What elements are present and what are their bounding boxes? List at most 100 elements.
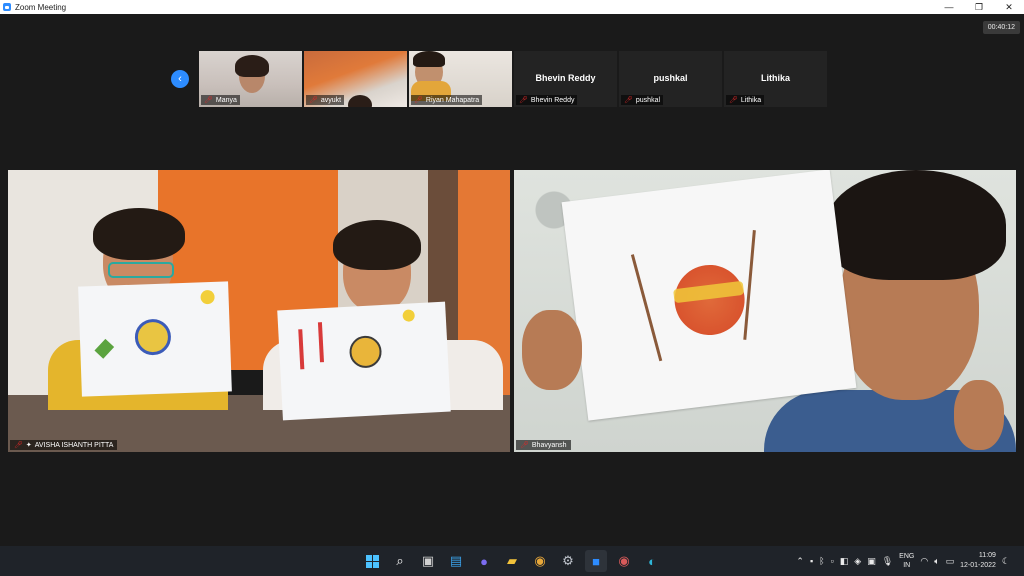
participant-label: 🎤︎ avyukt <box>306 95 345 105</box>
start-button[interactable] <box>361 550 383 572</box>
meeting-area: 00:40:12 ‹ 🎤︎ Manya 🎤︎ avyukt 🎤︎ Riyan M… <box>0 14 1024 546</box>
hand-peace-sign <box>954 380 1004 450</box>
drawing-paper <box>277 301 451 421</box>
participant-display-name: Lithika <box>760 73 790 83</box>
drawing-sun <box>200 289 215 305</box>
settings-button[interactable]: ⚙ <box>557 550 579 572</box>
widgets-icon: ▤ <box>449 553 463 568</box>
widgets-button[interactable]: ▤ <box>445 550 467 572</box>
participant-thumbnail[interactable]: pushkal 🎤︎ pushkal <box>619 51 722 107</box>
participant-label: 🎤︎ Bhevin Reddy <box>516 95 578 105</box>
wifi-icon[interactable]: ◠ <box>920 556 928 567</box>
chrome-icon: ◉ <box>534 553 546 568</box>
clock-date: 12-01-2022 <box>960 562 996 569</box>
mic-muted-icon: 🎤︎ <box>624 97 633 104</box>
hand <box>522 310 582 390</box>
child-hair <box>93 208 185 260</box>
mic-muted-icon: 🎤︎ <box>520 442 529 449</box>
gallery-prev-button[interactable]: ‹ <box>171 70 189 88</box>
taskbar: ⌕ ▣ ▤ ● ▰ ◉ ⚙ ■ ◉ ◐ ⌃ ▪ ᛒ ▫ ◧ ◈ ▣ 🎙︎ ENG… <box>0 546 1024 576</box>
close-button[interactable]: ✕ <box>994 0 1024 14</box>
participant-label: 🎤︎ Lithika <box>726 95 765 105</box>
participant-name: pushkal <box>635 96 661 104</box>
bluetooth-icon[interactable]: ᛒ <box>819 556 824 566</box>
search-button[interactable]: ⌕ <box>389 550 411 572</box>
drawing-tree <box>630 254 663 362</box>
volume-icon[interactable]: 🔈︎ <box>934 556 939 567</box>
participant-display-name: pushkal <box>653 73 688 83</box>
mic-muted-icon: 🎤︎ <box>14 442 23 449</box>
participant-thumbnail[interactable]: Lithika 🎤︎ Lithika <box>724 51 827 107</box>
search-icon: ⌕ <box>396 553 404 568</box>
microphone-icon[interactable]: 🎙︎ <box>882 556 893 567</box>
zoom-icon: ■ <box>592 553 600 569</box>
participant-thumbnail[interactable]: 🎤︎ Manya <box>199 51 302 107</box>
pin-icon: ✦ <box>25 442 32 449</box>
maximize-button[interactable]: ❐ <box>964 0 994 14</box>
tray-app-icon[interactable]: ▣ <box>867 556 876 567</box>
task-view-icon: ▣ <box>421 553 435 568</box>
chrome-icon: ◉ <box>618 553 630 568</box>
battery-icon[interactable]: ▭ <box>946 556 955 567</box>
participant-thumbnail[interactable]: Bhevin Reddy 🎤︎ Bhevin Reddy <box>514 51 617 107</box>
participant-label: 🎤︎ ✦ AVISHA ISHANTH PITTA <box>10 440 118 450</box>
participant-label: 🎤︎ Riyan Mahapatra <box>411 95 483 105</box>
participant-video <box>348 95 372 107</box>
participant-name: Bhevin Reddy <box>530 96 575 104</box>
gallery-strip: 🎤︎ Manya 🎤︎ avyukt 🎤︎ Riyan Mahapatra Bh… <box>199 51 827 107</box>
tray-app-icon[interactable]: ◧ <box>840 556 849 567</box>
window-controls: — ❐ ✕ <box>934 0 1024 14</box>
chat-button[interactable]: ● <box>473 550 495 572</box>
mic-muted-icon: 🎤︎ <box>204 97 213 104</box>
participant-name: AVISHA ISHANTH PITTA <box>34 441 114 449</box>
participant-video-tile[interactable]: 🎤︎ ✦ AVISHA ISHANTH PITTA <box>8 170 510 452</box>
participant-display-name: Bhevin Reddy <box>535 73 596 83</box>
notification-icon[interactable]: ☾ <box>1002 556 1010 567</box>
mic-muted-icon: 🎤︎ <box>729 97 738 104</box>
taskbar-apps: ⌕ ▣ ▤ ● ▰ ◉ ⚙ ■ ◉ ◐ <box>361 550 663 572</box>
chrome-profile-button[interactable]: ◉ <box>613 550 635 572</box>
chevron-left-icon: ‹ <box>178 73 182 85</box>
chevron-up-icon[interactable]: ⌃ <box>796 556 804 567</box>
mic-muted-icon: 🎤︎ <box>519 97 528 104</box>
participant-label: 🎤︎ Bhavyansh <box>516 440 571 450</box>
drawing-pot <box>134 318 172 356</box>
eyeglasses <box>108 262 174 278</box>
drawing-kite <box>298 329 305 370</box>
file-explorer-button[interactable]: ▰ <box>501 550 523 572</box>
drawing-kite <box>94 338 115 359</box>
child-hair <box>826 170 1006 280</box>
meeting-timer: 00:40:12 <box>982 21 1020 34</box>
participant-label: 🎤︎ Manya <box>201 95 240 105</box>
participant-name: Riyan Mahapatra <box>425 96 480 104</box>
task-view-button[interactable]: ▣ <box>417 550 439 572</box>
window-title: Zoom Meeting <box>15 2 67 12</box>
drawing-paper <box>78 281 232 397</box>
drawing-sun <box>402 309 415 322</box>
drawing-paper <box>561 170 857 421</box>
clock[interactable]: 11:09 12-01-2022 <box>960 551 996 571</box>
tray-app-icon[interactable]: ◈ <box>854 556 861 567</box>
minimize-button[interactable]: — <box>934 0 964 14</box>
participant-name: Lithika <box>740 96 762 104</box>
tray-app-icon[interactable]: ▫ <box>831 556 834 566</box>
participant-name: Manya <box>215 96 237 104</box>
windows-icon <box>365 554 379 568</box>
participant-video-tile[interactable]: 🎤︎ Bhavyansh <box>514 170 1016 452</box>
zoom-taskbar-button[interactable]: ■ <box>585 550 607 572</box>
drawing-pot <box>348 335 383 369</box>
drawing-kite <box>317 322 325 363</box>
mic-muted-icon: 🎤︎ <box>414 97 423 104</box>
system-tray: ⌃ ▪ ᛒ ▫ ◧ ◈ ▣ 🎙︎ ENG IN ◠ 🔈︎ ▭ 11:09 12-… <box>796 549 1010 573</box>
participant-label: 🎤︎ pushkal <box>621 95 664 105</box>
chrome-button[interactable]: ◉ <box>529 550 551 572</box>
input-language[interactable]: ENG IN <box>899 552 914 570</box>
tray-app-icon[interactable]: ▪ <box>810 556 813 566</box>
edge-button[interactable]: ◐ <box>641 550 663 572</box>
participant-name: avyukt <box>320 96 342 104</box>
clock-time: 11:09 <box>978 552 996 559</box>
participant-thumbnail[interactable]: 🎤︎ avyukt <box>304 51 407 107</box>
mic-muted-icon: 🎤︎ <box>309 97 318 104</box>
participant-thumbnail[interactable]: 🎤︎ Riyan Mahapatra <box>409 51 512 107</box>
zoom-app-icon <box>3 3 11 11</box>
